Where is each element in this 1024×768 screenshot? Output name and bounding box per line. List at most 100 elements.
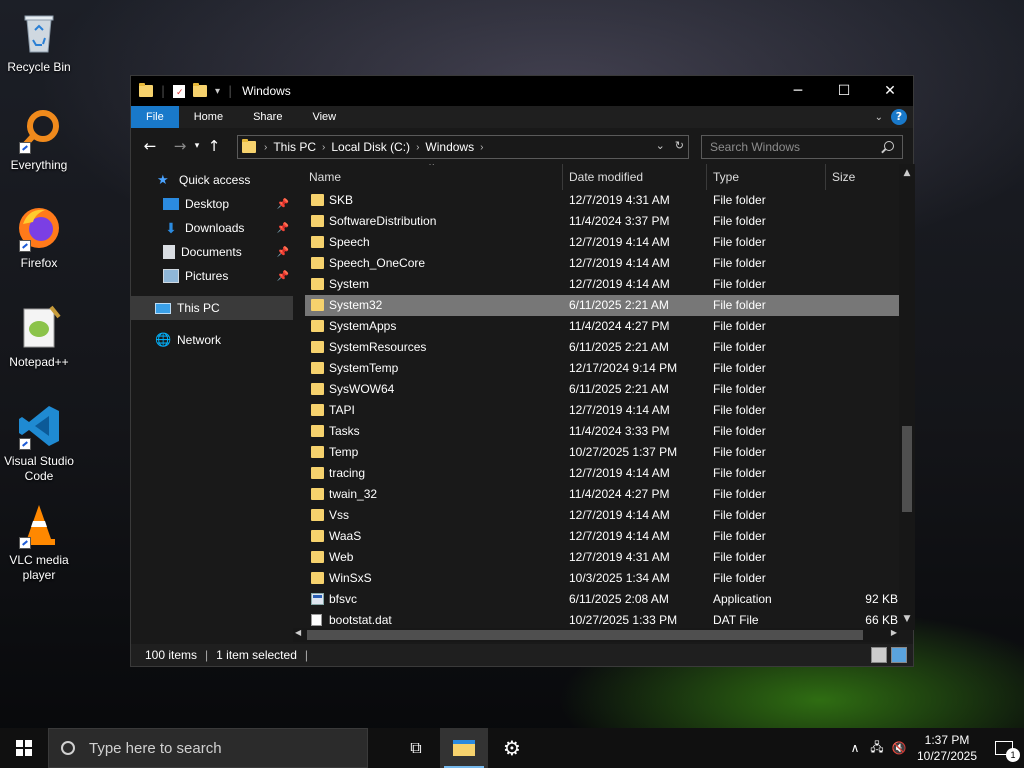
table-row[interactable]: Web 12/7/2019 4:31 AM File folder [305,547,899,568]
horizontal-scrollbar[interactable]: ◀ ▶ [293,628,899,642]
customize-toolbar-chevron-icon[interactable]: ▾ [215,86,220,97]
properties-icon[interactable]: ✓ [173,84,186,98]
nav-downloads[interactable]: ⬇ Downloads 📌 [131,216,293,240]
vertical-scrollbar[interactable]: ▲ ▼ [899,164,915,630]
table-row[interactable]: Tasks 11/4/2024 3:33 PM File folder [305,421,899,442]
taskbar-settings[interactable]: ⚙ [488,728,536,768]
tab-home[interactable]: Home [179,106,238,128]
scroll-up-arrow-icon[interactable]: ▲ [899,168,915,178]
scroll-down-arrow-icon[interactable]: ▼ [899,614,915,624]
network-status-icon[interactable]: 🖧 [866,738,888,759]
breadcrumb-local-disk[interactable]: Local Disk (C:) [331,140,410,154]
tab-view[interactable]: View [297,106,351,128]
expand-ribbon-chevron-icon[interactable]: ⌄ [875,112,883,123]
table-row[interactable]: SystemApps 11/4/2024 4:27 PM File folder [305,316,899,337]
desktop-icon-notepadpp[interactable]: Notepad++ [0,303,78,370]
table-row[interactable]: SysWOW64 6/11/2025 2:21 AM File folder [305,379,899,400]
start-button[interactable] [0,728,48,768]
forward-button[interactable]: → [169,137,191,155]
star-icon: ★ [157,172,169,187]
task-view-button[interactable]: ⧉ [392,728,440,768]
table-row[interactable]: Vss 12/7/2019 4:14 AM File folder [305,505,899,526]
breadcrumb-windows[interactable]: Windows [425,140,474,154]
table-row[interactable]: WaaS 12/7/2019 4:14 AM File folder [305,526,899,547]
column-header-type[interactable]: Type [709,164,826,190]
file-date-modified: 11/4/2024 3:33 PM [569,424,670,438]
nav-quick-access[interactable]: ★ Quick access [131,168,293,192]
file-name: bfsvc [329,592,358,606]
maximize-button[interactable]: ☐ [821,76,867,106]
table-row[interactable]: WinSxS 10/3/2025 1:34 AM File folder [305,568,899,589]
table-row[interactable]: Temp 10/27/2025 1:37 PM File folder [305,442,899,463]
desktop-icon-vlc[interactable]: VLC media player [0,501,78,583]
tab-share[interactable]: Share [238,106,297,128]
table-row[interactable]: SoftwareDistribution 11/4/2024 3:37 PM Fil… [305,211,899,232]
close-button[interactable]: ✕ [867,76,913,106]
table-row[interactable]: twain_32 11/4/2024 4:27 PM File folder [305,484,899,505]
horizontal-scroll-thumb[interactable] [307,630,863,640]
help-icon[interactable]: ? [891,109,907,125]
vertical-scroll-thumb[interactable] [902,426,912,512]
minimize-button[interactable]: ─ [775,76,821,106]
file-explorer-icon [453,740,475,756]
taskbar: Type here to search ⧉ ⚙ ∧ 🖧 🔇 1:37 PM 10… [0,728,1024,768]
file-name: WaaS [329,529,362,543]
table-row[interactable]: bfsvc 6/11/2025 2:08 AM Application 92 KB [305,589,899,610]
taskbar-search-box[interactable]: Type here to search [48,728,368,768]
file-name: System [329,277,370,291]
nav-this-pc[interactable]: This PC [131,296,293,320]
nav-desktop[interactable]: Desktop 📌 [131,192,293,216]
recent-locations-chevron-icon[interactable]: ▾ [191,141,203,151]
shortcut-arrow-icon [19,537,31,549]
folder-icon [311,404,324,416]
nav-documents[interactable]: Documents 📌 [131,240,293,264]
column-header-size[interactable]: Size [828,164,899,190]
tab-file[interactable]: File [131,106,179,128]
refresh-icon[interactable]: ↻ [675,139,684,152]
table-row[interactable]: Speech 12/7/2019 4:14 AM File folder [305,232,899,253]
search-icon [884,141,894,151]
file-type: File folder [713,445,766,459]
table-row[interactable]: bootstat.dat 10/27/2025 1:33 PM DAT File 66… [305,610,899,630]
table-row[interactable]: SystemTemp 12/17/2024 9:14 PM File folder [305,358,899,379]
folder-icon [311,488,324,500]
file-type: File folder [713,571,766,585]
breadcrumb-this-pc[interactable]: This PC [273,140,316,154]
table-row[interactable]: Speech_OneCore 12/7/2019 4:14 AM File fold… [305,253,899,274]
table-row[interactable]: TAPI 12/7/2019 4:14 AM File folder [305,400,899,421]
nav-pictures[interactable]: Pictures 📌 [131,264,293,288]
file-icon [311,614,322,626]
show-hidden-icons-chevron-icon[interactable]: ∧ [844,741,866,755]
table-row[interactable]: SystemResources 6/11/2025 2:21 AM File fol… [305,337,899,358]
address-dropdown-chevron-icon[interactable]: ⌄ [656,139,665,152]
action-center-button[interactable]: 1 [984,728,1024,768]
notification-icon: 1 [995,741,1020,762]
desktop-icon-vscode[interactable]: Visual Studio Code [0,402,78,484]
scroll-left-arrow-icon[interactable]: ◀ [295,628,301,637]
search-input[interactable]: Search Windows [701,135,903,159]
table-row[interactable]: System32 6/11/2025 2:21 AM File folder [305,295,899,316]
nav-network[interactable]: 🌐 Network [131,328,293,352]
details-view-button[interactable] [871,647,887,663]
new-folder-icon[interactable] [193,83,208,97]
volume-muted-icon[interactable]: 🔇 [888,741,910,755]
column-header-name[interactable]: Name [305,164,563,190]
title-bar[interactable]: | ✓ ▾ | Windows ─ ☐ ✕ [131,76,913,106]
file-type: Application [713,592,772,606]
column-header-date-modified[interactable]: Date modified [565,164,707,190]
desktop-icon-everything[interactable]: Everything [0,106,78,173]
clock[interactable]: 1:37 PM 10/27/2025 [910,732,984,764]
large-icons-view-button[interactable] [891,647,907,663]
desktop-icon-recycle-bin[interactable]: Recycle Bin [0,8,78,75]
table-row[interactable]: System 12/7/2019 4:14 AM File folder [305,274,899,295]
up-button[interactable]: ↑ [203,137,225,155]
desktop-icon-firefox[interactable]: Firefox [0,204,78,271]
scroll-right-arrow-icon[interactable]: ▶ [891,628,897,637]
file-size: 66 KB [865,613,898,627]
file-date-modified: 12/7/2019 4:14 AM [569,235,670,249]
address-bar[interactable]: › This PC › Local Disk (C:) › Windows › … [237,135,689,159]
table-row[interactable]: tracing 12/7/2019 4:14 AM File folder [305,463,899,484]
back-button[interactable]: ← [139,137,161,155]
taskbar-file-explorer[interactable] [440,728,488,768]
table-row[interactable]: SKB 12/7/2019 4:31 AM File folder [305,190,899,211]
